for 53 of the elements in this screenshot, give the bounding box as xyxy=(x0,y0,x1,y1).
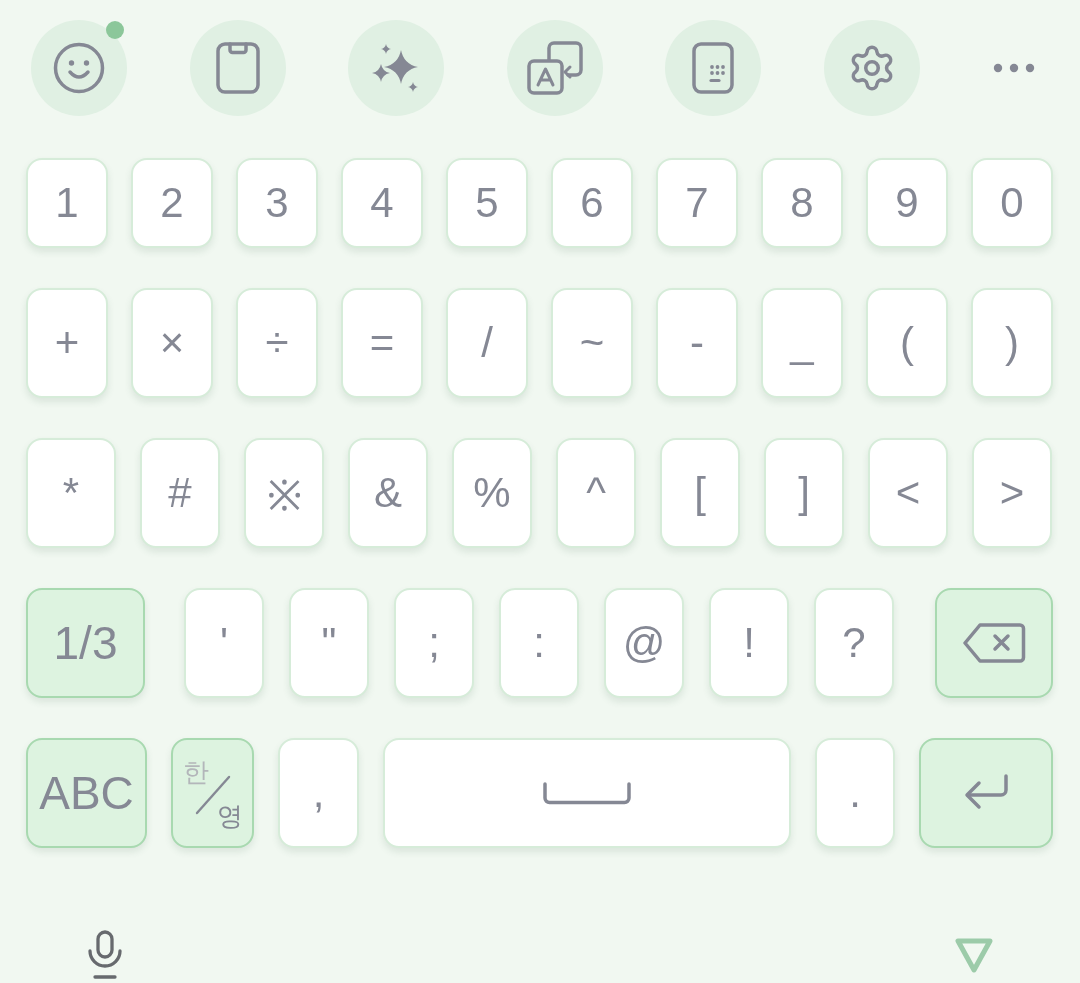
symbol-key[interactable]: 5 xyxy=(446,158,528,248)
mode-key[interactable]: ABC xyxy=(26,738,147,848)
symbol-key[interactable]: 6 xyxy=(551,158,633,248)
symbol-key[interactable]: : xyxy=(499,588,579,698)
translate-icon xyxy=(526,41,583,95)
symbol-key[interactable]: _ xyxy=(761,288,843,398)
symbol-key[interactable]: & xyxy=(348,438,428,548)
symbol-key[interactable]: × xyxy=(131,288,213,398)
symbol-key[interactable]: / xyxy=(446,288,528,398)
down-triangle-icon[interactable] xyxy=(953,937,995,975)
symbol-key[interactable]: 0 xyxy=(971,158,1053,248)
symbol-key[interactable]: 2 xyxy=(131,158,213,248)
symbol-key[interactable]: + xyxy=(26,288,108,398)
symbol-key[interactable]: " xyxy=(289,588,369,698)
symbol-key[interactable]: ( xyxy=(866,288,948,398)
symbol-key[interactable]: > xyxy=(972,438,1052,548)
symbol-key[interactable]: ' xyxy=(184,588,264,698)
mode-key[interactable]: 1/3 xyxy=(26,588,145,698)
symbol-key[interactable]: ^ xyxy=(556,438,636,548)
symbol-key[interactable]: ÷ xyxy=(236,288,318,398)
keypad-icon xyxy=(692,42,734,94)
symbol-key[interactable]: ] xyxy=(764,438,844,548)
symbol-key[interactable]: 9 xyxy=(866,158,948,248)
symbol-key[interactable]: @ xyxy=(604,588,684,698)
symbol-key[interactable]: ; xyxy=(394,588,474,698)
symbol-key[interactable]: ! xyxy=(709,588,789,698)
space-icon xyxy=(542,781,632,805)
more-icon xyxy=(993,63,1035,73)
clipboard-icon xyxy=(215,42,260,94)
symbol-key[interactable]: 4 xyxy=(341,158,423,248)
symbol-key[interactable]: ~ xyxy=(551,288,633,398)
symbol-key[interactable]: 3 xyxy=(236,158,318,248)
symbol-key[interactable]: ) xyxy=(971,288,1053,398)
symbol-key[interactable]: , xyxy=(278,738,359,848)
microphone-icon[interactable] xyxy=(86,930,124,980)
symbol-key[interactable]: * xyxy=(26,438,116,548)
enter-key[interactable] xyxy=(919,738,1053,848)
symbol-key[interactable]: 8 xyxy=(761,158,843,248)
symbol-key[interactable]: # xyxy=(140,438,220,548)
smiley-icon xyxy=(53,42,105,94)
symbol-key[interactable]: < xyxy=(868,438,948,548)
backspace-icon xyxy=(962,622,1026,664)
symbol-key[interactable]: % xyxy=(452,438,532,548)
backspace-key[interactable] xyxy=(935,588,1053,698)
symbol-key[interactable]: ? xyxy=(814,588,894,698)
symbol-key[interactable]: [ xyxy=(660,438,740,548)
symbol-key[interactable]: = xyxy=(341,288,423,398)
symbol-key[interactable]: 1 xyxy=(26,158,108,248)
symbol-key[interactable]: . xyxy=(815,738,895,848)
symbol-key[interactable]: ※ xyxy=(244,438,324,548)
symbol-key[interactable]: - xyxy=(656,288,738,398)
language-switch-key[interactable]: 한 영 xyxy=(171,738,254,848)
symbol-key[interactable]: 7 xyxy=(656,158,738,248)
